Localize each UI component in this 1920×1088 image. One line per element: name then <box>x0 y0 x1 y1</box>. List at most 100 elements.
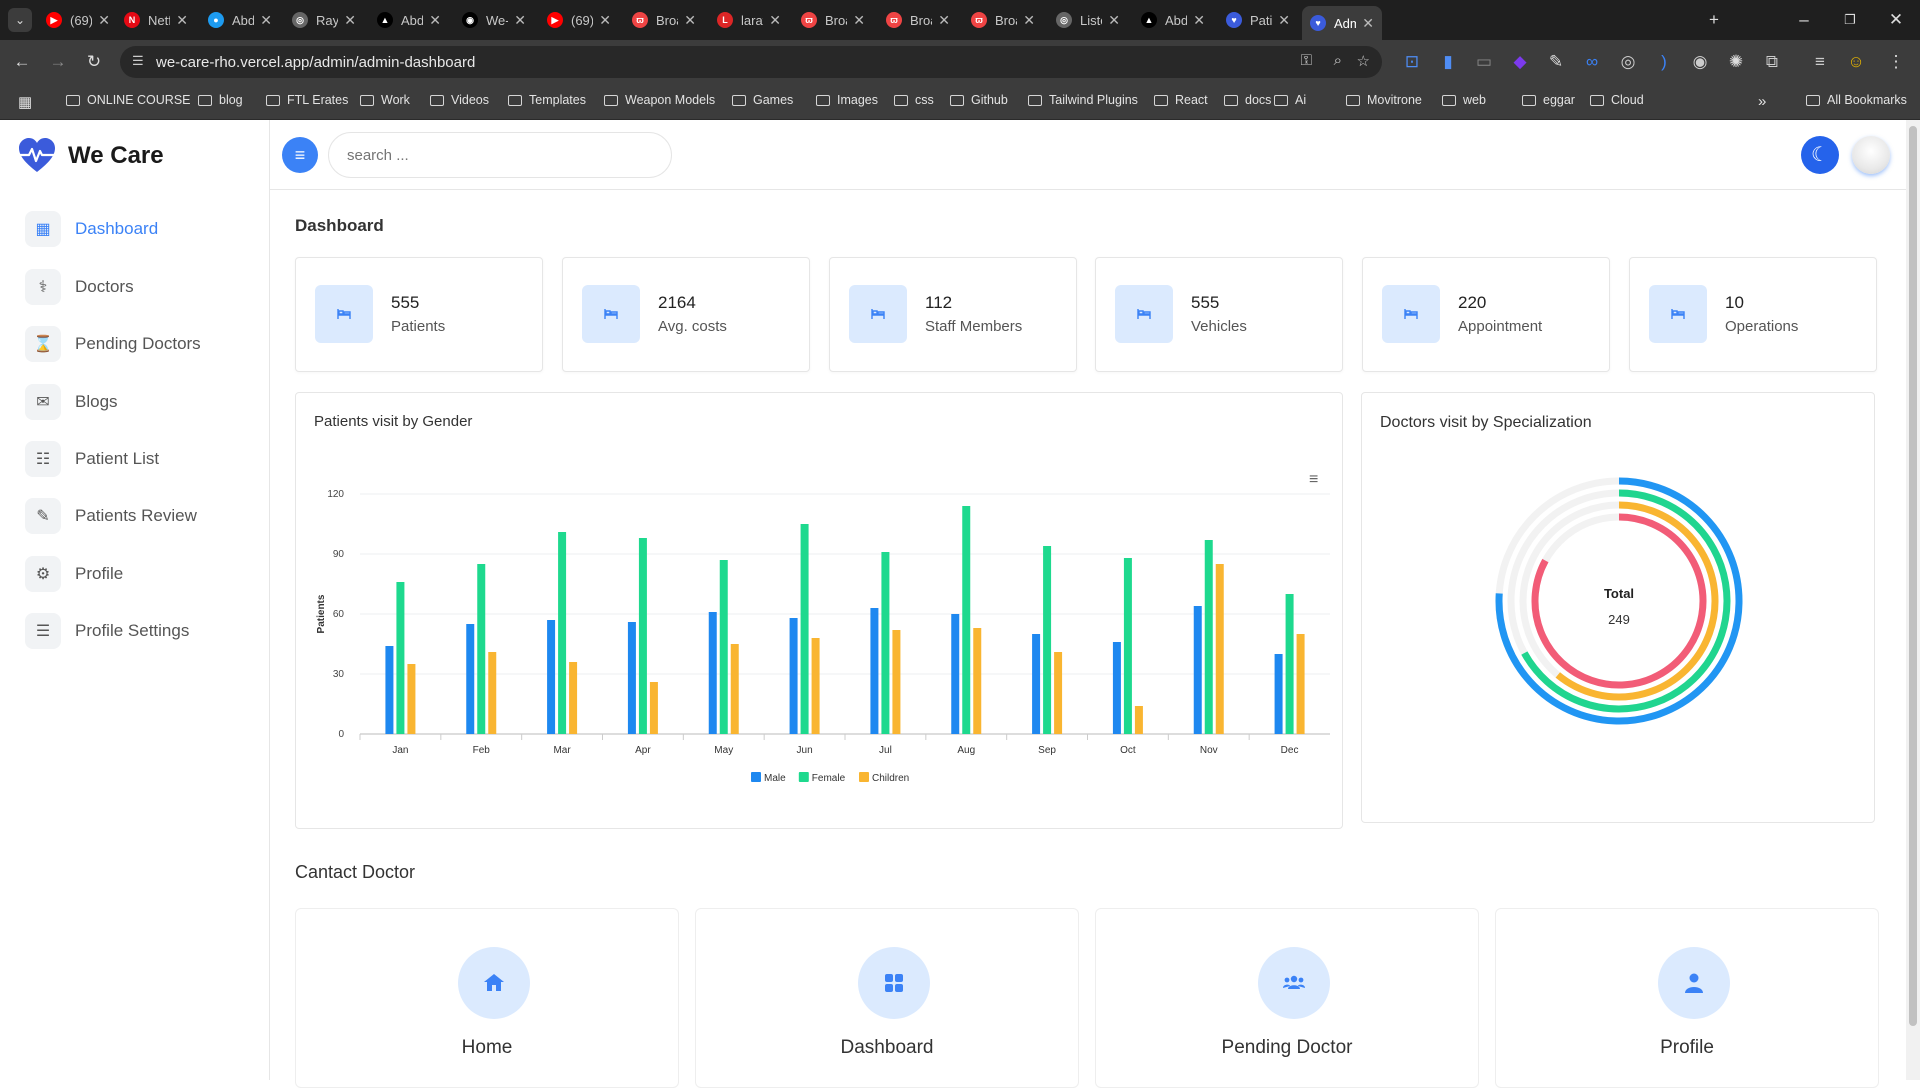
bookmark-item[interactable]: Weapon Models <box>604 93 715 107</box>
browser-tab[interactable]: ϖ Broad ✕ <box>878 6 958 34</box>
browser-tab[interactable]: ◎ Listen ✕ <box>1048 6 1128 34</box>
browser-tab[interactable]: ϖ Broad ✕ <box>624 6 704 34</box>
tab-close-icon[interactable]: ✕ <box>1362 15 1374 32</box>
zoom-icon[interactable]: ⌕ <box>1334 52 1342 69</box>
bookmark-item[interactable]: Work <box>360 93 410 107</box>
tab-search-icon[interactable]: ⌄ <box>8 8 32 32</box>
chatgpt-icon[interactable]: ✺ <box>1724 50 1748 74</box>
avatar[interactable] <box>1852 136 1890 174</box>
tab-close-icon[interactable]: ✕ <box>1108 12 1120 29</box>
all-bookmarks[interactable]: All Bookmarks <box>1806 93 1907 107</box>
contact-card-profile[interactable]: Profile <box>1495 908 1879 1088</box>
restore-icon[interactable]: ❐ <box>1838 8 1862 32</box>
sidebar-item-patients-review[interactable]: ✎ Patients Review <box>25 495 255 537</box>
bookmark-item[interactable]: Games <box>732 93 793 107</box>
contact-card-pending-doctor[interactable]: Pending Doctor <box>1095 908 1479 1088</box>
tab-close-icon[interactable]: ✕ <box>853 12 865 29</box>
tab-close-icon[interactable]: ✕ <box>1193 12 1205 29</box>
sidebar-item-blogs[interactable]: ✉ Blogs <box>25 381 255 423</box>
tab-close-icon[interactable]: ✕ <box>344 12 356 29</box>
new-tab-icon[interactable]: + <box>1702 8 1726 32</box>
browser-tab[interactable]: Llaravel ✕ <box>709 6 789 34</box>
bookmark-item[interactable]: blog <box>198 93 243 107</box>
site-info-icon[interactable]: ☰ <box>132 53 144 69</box>
browser-tab[interactable]: ● Abdel ✕ <box>200 6 280 34</box>
tab-close-icon[interactable]: ✕ <box>599 12 611 29</box>
bookmark-item[interactable]: FTL Erates <box>266 93 348 107</box>
browser-tab[interactable]: ϖ Broad ✕ <box>793 6 873 34</box>
sidebar-item-profile-settings[interactable]: ☰ Profile Settings <box>25 610 255 652</box>
tab-close-icon[interactable]: ✕ <box>1278 12 1290 29</box>
compass-icon[interactable]: ◎ <box>1616 50 1640 74</box>
bookmark-item[interactable]: React <box>1154 93 1208 107</box>
docs-icon[interactable]: ▮ <box>1436 50 1460 74</box>
sidebar-item-pending-doctors[interactable]: ⌛ Pending Doctors <box>25 323 255 365</box>
tab-close-icon[interactable]: ✕ <box>1023 12 1035 29</box>
wave-icon[interactable]: ) <box>1652 50 1676 74</box>
tab-close-icon[interactable]: ✕ <box>176 12 188 29</box>
queue-icon[interactable]: ≡ <box>1808 50 1832 74</box>
forward-icon[interactable]: → <box>46 50 70 74</box>
profile-avatar-icon[interactable]: ☺ <box>1844 50 1868 74</box>
browser-tab[interactable]: ▲ Abdul ✕ <box>369 6 449 34</box>
contact-card-dashboard[interactable]: Dashboard <box>695 908 1079 1088</box>
infinity-icon[interactable]: ∞ <box>1580 50 1604 74</box>
sidebar-item-dashboard[interactable]: ▦ Dashboard <box>25 208 255 250</box>
browser-tab[interactable]: ◎ Raya I ✕ <box>284 6 364 34</box>
extension-purple-icon[interactable]: ◆ <box>1508 50 1532 74</box>
browser-tab[interactable]: ▶ (69) Y ✕ <box>38 6 118 34</box>
apps-grid-icon[interactable]: ▦ <box>18 93 32 111</box>
camera-icon[interactable]: ◉ <box>1688 50 1712 74</box>
bookmark-item[interactable]: Movitrone <box>1346 93 1422 107</box>
pen-icon[interactable]: ✎ <box>1544 50 1568 74</box>
tab-close-icon[interactable]: ✕ <box>938 12 950 29</box>
tab-close-icon[interactable]: ✕ <box>769 12 781 29</box>
browser-tab[interactable]: ϖ Broad ✕ <box>963 6 1043 34</box>
bookmark-item[interactable]: Ai <box>1274 93 1306 107</box>
bookmark-item[interactable]: docs <box>1224 93 1271 107</box>
bookmark-item[interactable]: Videos <box>430 93 489 107</box>
browser-tab[interactable]: ♥ Patien ✕ <box>1218 6 1298 34</box>
tab-close-icon[interactable]: ✕ <box>260 12 272 29</box>
bookmark-item[interactable]: Github <box>950 93 1008 107</box>
bookmark-item[interactable]: Tailwind Plugins <box>1028 93 1138 107</box>
tab-close-icon[interactable]: ✕ <box>98 12 110 29</box>
address-bar[interactable]: ☰ we-care-rho.vercel.app/admin/admin-das… <box>120 46 1382 78</box>
browser-tab[interactable]: ♥ Admin ✕ <box>1302 6 1382 40</box>
sidebar-item-doctors[interactable]: ⚕ Doctors <box>25 266 255 308</box>
contact-card-home[interactable]: Home <box>295 908 679 1088</box>
bookmark-item[interactable]: ONLINE COURSE <box>66 93 191 107</box>
menu-toggle-button[interactable]: ≡ <box>282 137 318 173</box>
bookmark-item[interactable]: web <box>1442 93 1486 107</box>
screen-icon[interactable]: ▭ <box>1472 50 1496 74</box>
page-scrollbar[interactable] <box>1906 120 1920 1080</box>
tab-close-icon[interactable]: ✕ <box>684 12 696 29</box>
translate-icon[interactable]: ⊡ <box>1400 50 1424 74</box>
password-key-icon[interactable]: ⚿ <box>1301 52 1312 69</box>
bookmark-item[interactable]: css <box>894 93 934 107</box>
browser-tab[interactable]: ◉ We-Ca ✕ <box>454 6 534 34</box>
scroll-thumb[interactable] <box>1909 126 1917 1026</box>
browser-tab[interactable]: ▶ (69) W ✕ <box>539 6 619 34</box>
more-bookmarks-icon[interactable]: » <box>1758 93 1766 110</box>
sidebar-item-profile[interactable]: ⚙ Profile <box>25 553 255 595</box>
kebab-menu-icon[interactable]: ⋮ <box>1884 50 1908 74</box>
search-input[interactable] <box>328 132 672 178</box>
bookmark-star-icon[interactable]: ☆ <box>1357 52 1370 70</box>
bookmark-item[interactable]: Images <box>816 93 878 107</box>
back-icon[interactable]: ← <box>10 50 34 74</box>
puzzle-icon[interactable]: ⧉ <box>1760 50 1784 74</box>
bookmark-item[interactable]: Cloud <box>1590 93 1644 107</box>
minimize-icon[interactable]: – <box>1792 8 1816 32</box>
reload-icon[interactable]: ↻ <box>82 50 106 74</box>
browser-tab[interactable]: N Netflix ✕ <box>116 6 196 34</box>
bookmark-item[interactable]: Templates <box>508 93 586 107</box>
sidebar-item-patient-list[interactable]: ☷ Patient List <box>25 438 255 480</box>
dark-mode-toggle[interactable]: ☾ <box>1801 136 1839 174</box>
close-window-icon[interactable]: ✕ <box>1884 8 1908 32</box>
tab-close-icon[interactable]: ✕ <box>429 12 441 29</box>
bookmark-item[interactable]: eggar <box>1522 93 1575 107</box>
browser-tab[interactable]: ▲ Abdul ✕ <box>1133 6 1213 34</box>
logo[interactable]: We Care <box>18 138 164 174</box>
tab-close-icon[interactable]: ✕ <box>514 12 526 29</box>
